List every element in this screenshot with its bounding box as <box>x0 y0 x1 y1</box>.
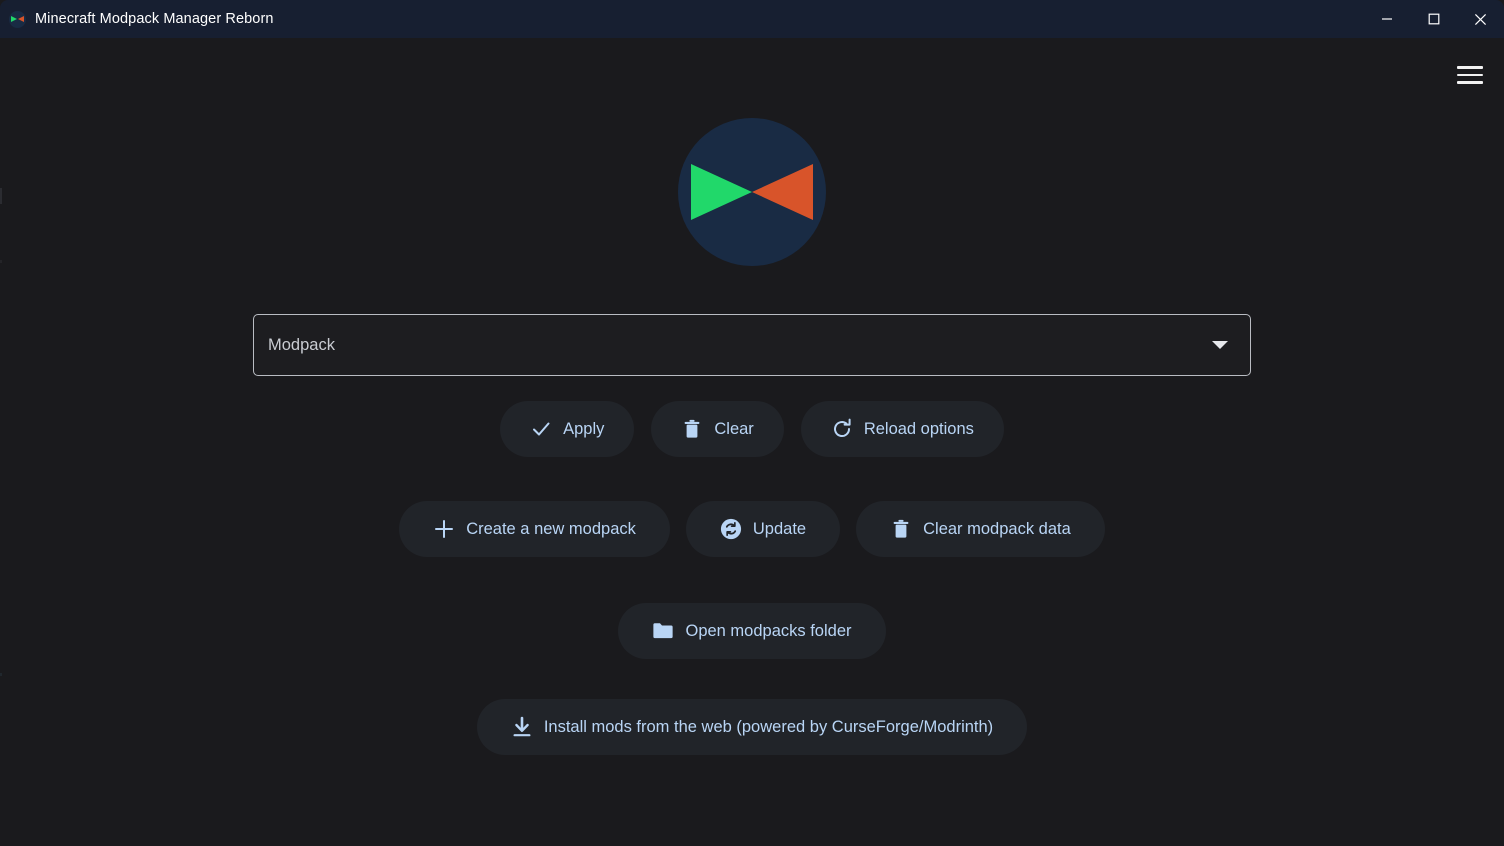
close-button[interactable] <box>1457 0 1504 38</box>
modpack-select[interactable]: Modpack <box>253 314 1251 376</box>
reload-options-button[interactable]: Reload options <box>800 401 1004 457</box>
maximize-button[interactable] <box>1410 0 1457 38</box>
clear-modpack-data-button-label: Clear modpack data <box>923 519 1071 538</box>
plus-icon <box>433 518 455 540</box>
logo-orange-triangle <box>752 164 813 220</box>
app-logo-icon <box>9 10 26 28</box>
apply-button[interactable]: Apply <box>500 401 635 457</box>
folder-row: Open modpacks folder <box>618 603 886 659</box>
app-window-body: Modpack Apply Clear Reload options Creat… <box>0 38 1504 846</box>
clear-button[interactable]: Clear <box>651 401 784 457</box>
download-icon <box>511 716 533 738</box>
reload-options-button-label: Reload options <box>863 419 974 438</box>
open-modpacks-folder-button[interactable]: Open modpacks folder <box>618 603 886 659</box>
app-logo <box>678 118 826 266</box>
sync-circle-icon <box>720 518 742 540</box>
window-title: Minecraft Modpack Manager Reborn <box>35 11 274 27</box>
check-icon <box>530 418 552 440</box>
clear-button-label: Clear <box>714 419 754 438</box>
web-install-row: Install mods from the web (powered by Cu… <box>476 699 1028 755</box>
main-content: Modpack Apply Clear Reload options Creat… <box>0 38 1504 846</box>
create-new-modpack-button[interactable]: Create a new modpack <box>399 501 670 557</box>
open-modpacks-folder-button-label: Open modpacks folder <box>685 621 852 640</box>
install-mods-from-web-button-label: Install mods from the web (powered by Cu… <box>543 717 994 736</box>
chevron-down-icon[interactable] <box>1212 341 1228 349</box>
update-button[interactable]: Update <box>685 501 841 557</box>
apply-button-label: Apply <box>563 419 605 438</box>
refresh-icon <box>831 418 853 440</box>
window-controls <box>1363 0 1504 38</box>
install-mods-from-web-button[interactable]: Install mods from the web (powered by Cu… <box>476 699 1028 755</box>
minimize-button[interactable] <box>1363 0 1410 38</box>
logo-green-triangle <box>691 164 752 220</box>
create-new-modpack-button-label: Create a new modpack <box>466 519 636 538</box>
trash-icon <box>890 518 912 540</box>
update-button-label: Update <box>752 519 807 538</box>
trash-icon <box>681 418 703 440</box>
primary-action-row: Apply Clear Reload options <box>500 401 1004 457</box>
clear-modpack-data-button[interactable]: Clear modpack data <box>856 501 1105 557</box>
modpack-management-row: Create a new modpack Update Clear modpac… <box>399 501 1105 557</box>
folder-icon <box>652 620 674 642</box>
window-titlebar: Minecraft Modpack Manager Reborn <box>0 0 1504 38</box>
modpack-select-value: Modpack <box>268 335 335 354</box>
titlebar-drag-region[interactable]: Minecraft Modpack Manager Reborn <box>0 0 1363 38</box>
